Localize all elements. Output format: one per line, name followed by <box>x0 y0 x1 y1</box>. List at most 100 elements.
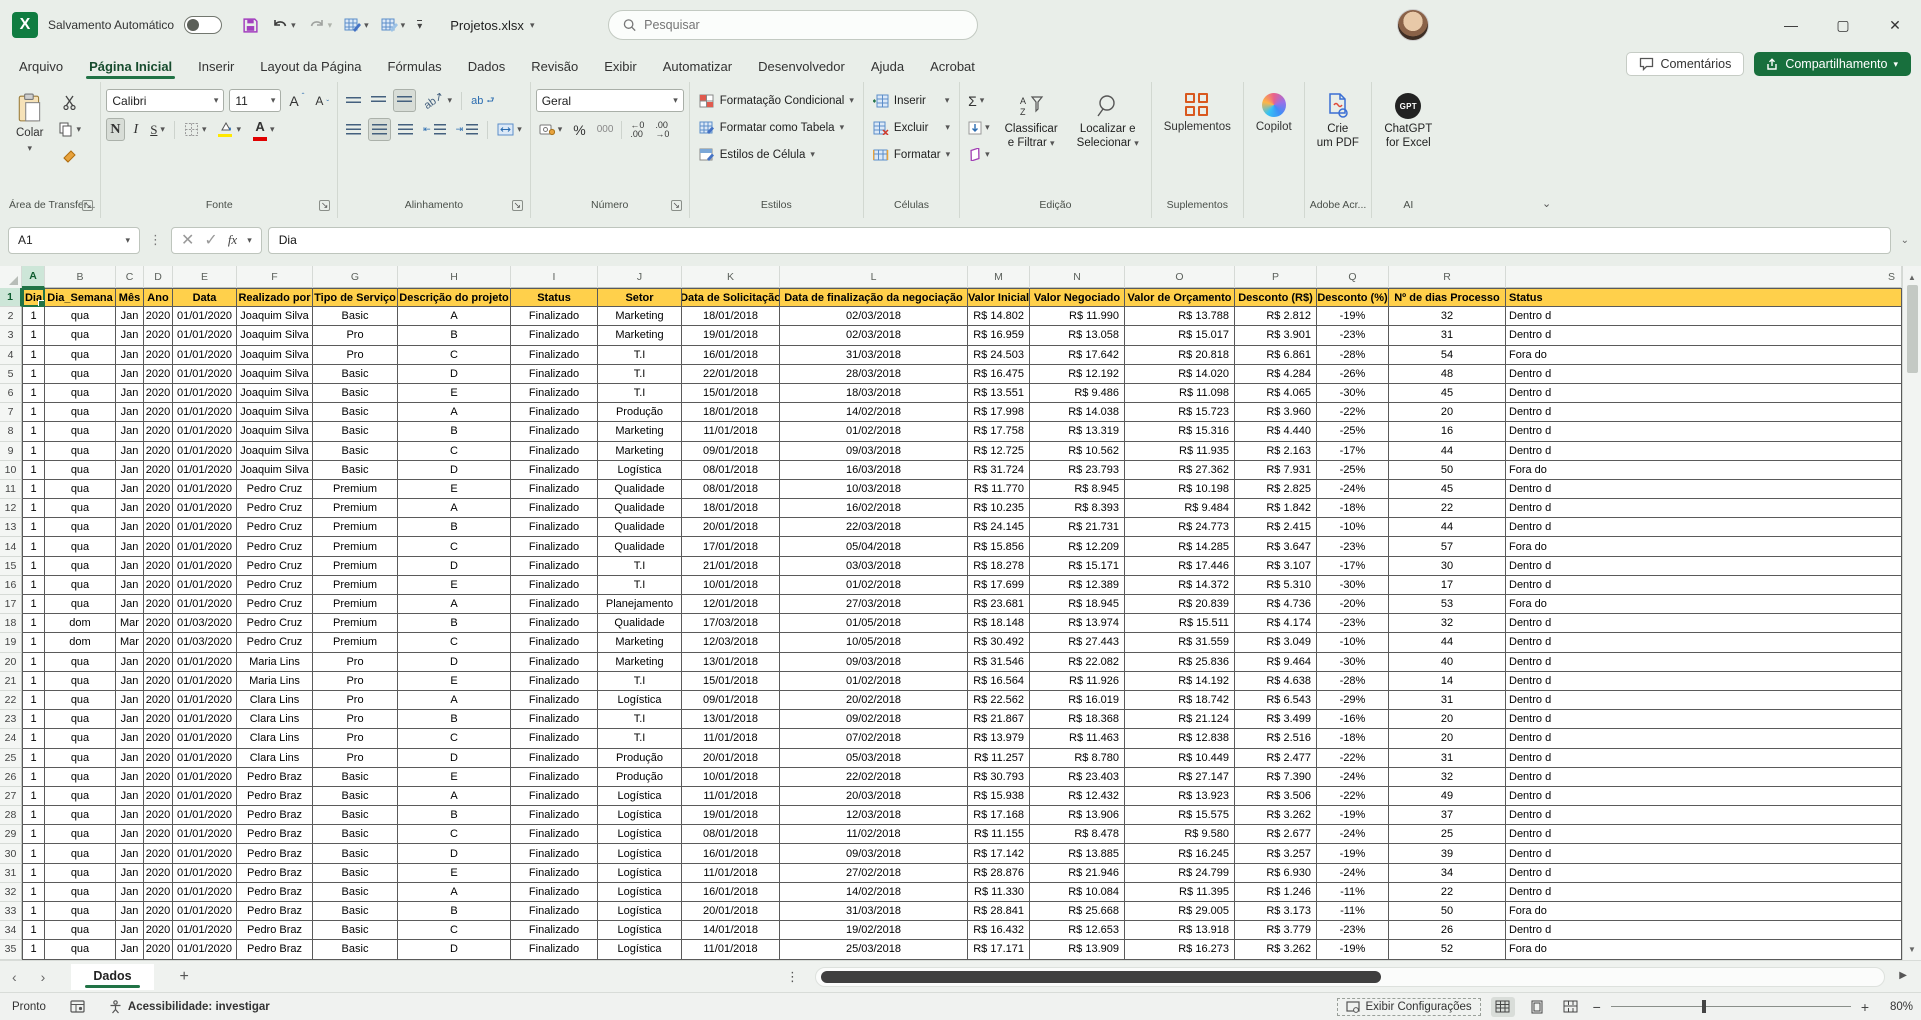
vertical-scrollbar[interactable]: ▲ ▼ <box>1902 266 1921 960</box>
cell-E6[interactable]: 01/01/2020 <box>173 384 237 403</box>
ribbon-tab-1[interactable]: Página Inicial <box>76 54 185 82</box>
vertical-scroll-thumb[interactable] <box>1907 285 1918 373</box>
cell-Q25[interactable]: -22% <box>1317 749 1389 768</box>
cell-D5[interactable]: 2020 <box>144 365 173 384</box>
cell-I11[interactable]: Finalizado <box>511 480 598 499</box>
cell-N33[interactable]: R$ 25.668 <box>1030 902 1125 921</box>
cell-F11[interactable]: Pedro Cruz <box>237 480 313 499</box>
cell-R21[interactable]: 14 <box>1389 672 1506 691</box>
cell-J7[interactable]: Produção <box>598 403 682 422</box>
cell-C6[interactable]: Jan <box>116 384 144 403</box>
cell-E14[interactable]: 01/01/2020 <box>173 537 237 556</box>
cell-M5[interactable]: R$ 16.475 <box>968 365 1030 384</box>
cell-S5[interactable]: Dentro d <box>1506 365 1902 384</box>
cell-B29[interactable]: qua <box>45 825 116 844</box>
name-box[interactable]: A1 ▾ <box>8 227 140 254</box>
cell-O17[interactable]: R$ 20.839 <box>1125 595 1235 614</box>
ribbon-tab-5[interactable]: Dados <box>455 54 519 82</box>
cell-L20[interactable]: 09/03/2018 <box>780 653 968 672</box>
cell-S10[interactable]: Fora do <box>1506 461 1902 480</box>
cell-Q21[interactable]: -28% <box>1317 672 1389 691</box>
cell-N15[interactable]: R$ 15.171 <box>1030 557 1125 576</box>
cell-A33[interactable]: 1 <box>22 902 45 921</box>
row-header-14[interactable]: 14 <box>0 537 22 556</box>
cell-C16[interactable]: Jan <box>116 576 144 595</box>
cell-I8[interactable]: Finalizado <box>511 422 598 441</box>
cell-E3[interactable]: 01/01/2020 <box>173 326 237 345</box>
cell-I33[interactable]: Finalizado <box>511 902 598 921</box>
cell-O13[interactable]: R$ 24.773 <box>1125 518 1235 537</box>
align-middle-button[interactable] <box>368 89 389 112</box>
cell-C15[interactable]: Jan <box>116 557 144 576</box>
merge-center-dropdown[interactable]: ▾ <box>517 124 522 135</box>
cell-J25[interactable]: Produção <box>598 749 682 768</box>
avatar[interactable] <box>1397 9 1429 41</box>
cell-H31[interactable]: E <box>398 864 511 883</box>
cell-K10[interactable]: 08/01/2018 <box>682 461 780 480</box>
cell-R17[interactable]: 53 <box>1389 595 1506 614</box>
cell-L27[interactable]: 20/03/2018 <box>780 787 968 806</box>
row-header-25[interactable]: 25 <box>0 749 22 768</box>
underline-dropdown[interactable]: ▾ <box>160 124 165 135</box>
shrink-font-button[interactable]: Aˇ <box>312 89 332 112</box>
cell-M21[interactable]: R$ 16.564 <box>968 672 1030 691</box>
cell-K22[interactable]: 09/01/2018 <box>682 691 780 710</box>
number-format-combo[interactable]: Geral▾ <box>536 89 684 112</box>
cell-R5[interactable]: 48 <box>1389 365 1506 384</box>
cell-S3[interactable]: Dentro d <box>1506 326 1902 345</box>
cell-O1[interactable]: Valor de Orçamento <box>1125 288 1235 307</box>
row-header-29[interactable]: 29 <box>0 825 22 844</box>
cell-C21[interactable]: Jan <box>116 672 144 691</box>
erase-table-button[interactable]: ▾ <box>377 14 410 36</box>
cell-K30[interactable]: 16/01/2018 <box>682 844 780 863</box>
cell-E10[interactable]: 01/01/2020 <box>173 461 237 480</box>
cell-S28[interactable]: Dentro d <box>1506 806 1902 825</box>
cell-C7[interactable]: Jan <box>116 403 144 422</box>
cell-O8[interactable]: R$ 15.316 <box>1125 422 1235 441</box>
cell-D18[interactable]: 2020 <box>144 614 173 633</box>
cell-N20[interactable]: R$ 22.082 <box>1030 653 1125 672</box>
cell-B32[interactable]: qua <box>45 883 116 902</box>
cell-C28[interactable]: Jan <box>116 806 144 825</box>
cell-Q19[interactable]: -10% <box>1317 633 1389 652</box>
cell-L14[interactable]: 05/04/2018 <box>780 537 968 556</box>
cell-S21[interactable]: Dentro d <box>1506 672 1902 691</box>
cell-C14[interactable]: Jan <box>116 537 144 556</box>
cell-Q9[interactable]: -17% <box>1317 442 1389 461</box>
cell-B33[interactable]: qua <box>45 902 116 921</box>
cell-P14[interactable]: R$ 3.647 <box>1235 537 1317 556</box>
cell-L26[interactable]: 22/02/2018 <box>780 768 968 787</box>
cell-A31[interactable]: 1 <box>22 864 45 883</box>
cell-F10[interactable]: Joaquim Silva <box>237 461 313 480</box>
cell-A9[interactable]: 1 <box>22 442 45 461</box>
cell-B11[interactable]: qua <box>45 480 116 499</box>
cell-J4[interactable]: T.I <box>598 346 682 365</box>
cell-L10[interactable]: 16/03/2018 <box>780 461 968 480</box>
font-name-combo[interactable]: Calibri▾ <box>106 89 224 112</box>
cell-G17[interactable]: Premium <box>313 595 398 614</box>
cell-D17[interactable]: 2020 <box>144 595 173 614</box>
zoom-slider-thumb[interactable] <box>1702 1000 1706 1013</box>
cell-A12[interactable]: 1 <box>22 499 45 518</box>
cell-I18[interactable]: Finalizado <box>511 614 598 633</box>
cell-R12[interactable]: 22 <box>1389 499 1506 518</box>
cell-E34[interactable]: 01/01/2020 <box>173 921 237 940</box>
cell-C8[interactable]: Jan <box>116 422 144 441</box>
cell-B1[interactable]: Dia_Semana <box>45 288 116 307</box>
cell-N7[interactable]: R$ 14.038 <box>1030 403 1125 422</box>
cell-R22[interactable]: 31 <box>1389 691 1506 710</box>
cell-M31[interactable]: R$ 28.876 <box>968 864 1030 883</box>
cell-P7[interactable]: R$ 3.960 <box>1235 403 1317 422</box>
cell-R33[interactable]: 50 <box>1389 902 1506 921</box>
cell-L18[interactable]: 01/05/2018 <box>780 614 968 633</box>
cell-C19[interactable]: Mar <box>116 633 144 652</box>
cell-H24[interactable]: C <box>398 729 511 748</box>
cell-S11[interactable]: Dentro d <box>1506 480 1902 499</box>
cell-E4[interactable]: 01/01/2020 <box>173 346 237 365</box>
cell-G24[interactable]: Pro <box>313 729 398 748</box>
cell-D12[interactable]: 2020 <box>144 499 173 518</box>
cell-E17[interactable]: 01/01/2020 <box>173 595 237 614</box>
cell-N14[interactable]: R$ 12.209 <box>1030 537 1125 556</box>
cell-Q4[interactable]: -28% <box>1317 346 1389 365</box>
cell-F14[interactable]: Pedro Cruz <box>237 537 313 556</box>
